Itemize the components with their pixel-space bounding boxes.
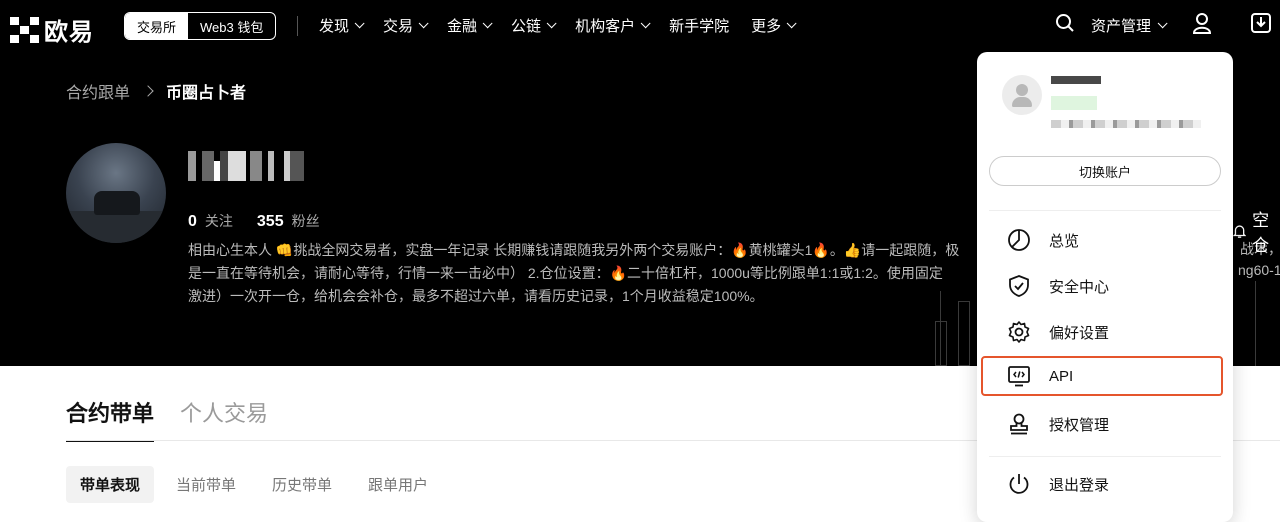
gear-icon (1008, 321, 1030, 343)
menu-item-overview[interactable]: 总览 (989, 220, 1221, 260)
asset-management-menu[interactable]: 资产管理 (1091, 15, 1168, 36)
sub-tabs: 带单表现 当前带单 历史带单 跟单用户 (66, 466, 442, 503)
menu-trade[interactable]: 交易 (383, 15, 429, 36)
nav-right: 资产管理 (1055, 0, 1280, 51)
segment-exchange[interactable]: 交易所 (125, 13, 189, 39)
shield-check-icon (1009, 275, 1029, 297)
bell-icon (1233, 225, 1247, 238)
search-icon[interactable] (1055, 13, 1075, 38)
username-redacted (1051, 76, 1101, 84)
power-icon (1009, 474, 1029, 494)
followers-count: 355 (256, 213, 284, 230)
chevron-right-icon (142, 85, 154, 97)
menu-more[interactable]: 更多 (751, 15, 797, 36)
menu-discover[interactable]: 发现 (319, 15, 365, 36)
menu-item-api[interactable]: API (981, 356, 1223, 396)
overview-pie-icon (1008, 229, 1030, 251)
chevron-down-icon (786, 18, 797, 29)
menu-institutional[interactable]: 机构客户 (575, 15, 651, 36)
trader-name-redacted (188, 151, 304, 181)
decorative-candle (958, 301, 970, 366)
menu-academy[interactable]: 新手学院 (669, 15, 729, 36)
switch-account-button[interactable]: 切换账户 (989, 156, 1221, 186)
empty-position-status: 空仓 (1233, 206, 1280, 256)
followers-label: 粉丝 (291, 213, 320, 229)
bio-fragment: ng60-12 (1238, 262, 1280, 278)
subtab-performance[interactable]: 带单表现 (66, 466, 155, 503)
user-avatar (1002, 75, 1042, 115)
tab-contract-lead[interactable]: 合约带单 (66, 396, 155, 442)
main-tabs: 合约带单 个人交易 (66, 396, 268, 442)
user-badge-redacted (1051, 96, 1097, 110)
breadcrumb-current: 币圈占卜者 (166, 85, 247, 102)
trader-avatar (66, 143, 166, 243)
chevron-down-icon (418, 18, 429, 29)
chevron-down-icon (640, 18, 651, 29)
logout-button[interactable]: 退出登录 (989, 464, 1221, 504)
following-label: 关注 (204, 213, 233, 229)
okx-logo[interactable]: 欧易 (10, 12, 94, 47)
menu-item-preferences[interactable]: 偏好设置 (989, 312, 1221, 352)
account-dropdown: 切换账户 总览 安全中心 偏好设置 API 授权管理 退出登录 (977, 52, 1233, 522)
main-menu: 发现 交易 金融 公链 机构客户 新手学院 更多 (319, 0, 797, 51)
stamp-icon (1010, 413, 1028, 435)
top-nav: 欧易 交易所 Web3 钱包 发现 交易 金融 公链 机构客户 新手学院 更多 … (0, 0, 1280, 51)
api-monitor-icon (1008, 366, 1030, 387)
follow-stats: 0 关注 355 粉丝 (188, 211, 320, 231)
menu-finance[interactable]: 金融 (447, 15, 493, 36)
exchange-wallet-switch[interactable]: 交易所 Web3 钱包 (124, 12, 277, 40)
nav-divider (297, 16, 298, 36)
chevron-down-icon (1157, 18, 1168, 29)
download-icon[interactable] (1250, 12, 1272, 39)
breadcrumb-parent[interactable]: 合约跟单 (66, 79, 130, 103)
following-count: 0 (188, 213, 197, 230)
chevron-down-icon (354, 18, 365, 29)
menu-item-authorization[interactable]: 授权管理 (989, 404, 1221, 444)
chevron-down-icon (546, 18, 557, 29)
menu-divider (989, 210, 1221, 211)
subtab-current-orders[interactable]: 当前带单 (162, 466, 250, 503)
menu-chain[interactable]: 公链 (511, 15, 557, 36)
chevron-down-icon (482, 18, 493, 29)
subtab-history-orders[interactable]: 历史带单 (258, 466, 346, 503)
menu-item-security[interactable]: 安全中心 (989, 266, 1221, 306)
tab-personal-trade[interactable]: 个人交易 (180, 396, 268, 442)
subtab-copy-users[interactable]: 跟单用户 (354, 466, 442, 503)
decorative-candle (935, 321, 947, 366)
segment-web3-wallet[interactable]: Web3 钱包 (188, 13, 275, 39)
user-id-redacted (1051, 120, 1201, 128)
logo-mark-icon (10, 16, 39, 43)
breadcrumb: 合约跟单 币圈占卜者 (66, 79, 246, 103)
user-icon[interactable] (1192, 12, 1212, 39)
logo-text: 欧易 (44, 19, 94, 46)
menu-divider (989, 456, 1221, 457)
